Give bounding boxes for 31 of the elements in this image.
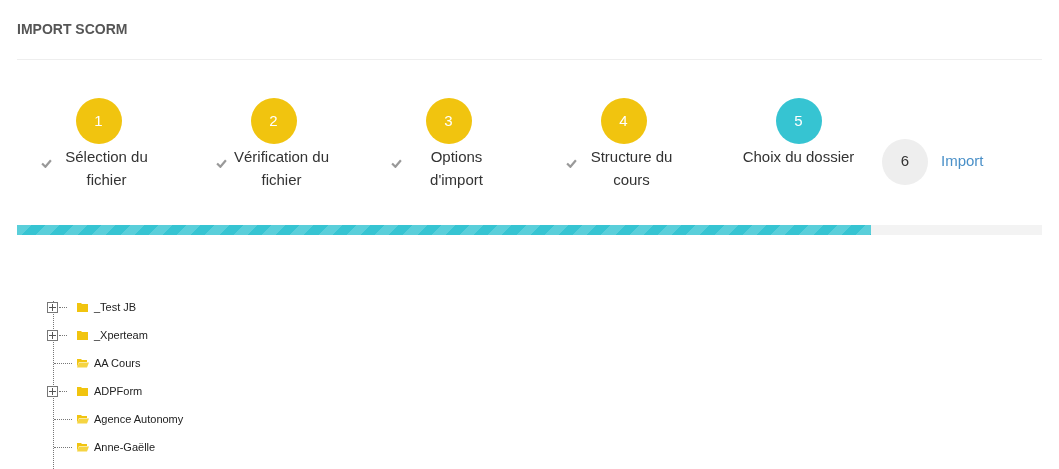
step-label: Vérification du fichier	[232, 147, 331, 190]
step-number: 4	[600, 98, 647, 144]
folder-name[interactable]: _Xperteam	[94, 326, 148, 344]
check-icon	[215, 159, 227, 168]
page-title: IMPORT SCORM	[17, 20, 128, 39]
check-icon	[565, 159, 577, 168]
step-number: 5	[775, 98, 822, 144]
step-label: Sélection du fichier	[64, 147, 149, 190]
folder-name[interactable]: AA Cours	[94, 354, 141, 372]
step-label: Choix du dossier	[741, 147, 856, 167]
open-folder-icon	[77, 358, 89, 368]
step-number: 2	[250, 98, 297, 144]
check-icon	[40, 159, 52, 168]
step-number: 3	[425, 98, 472, 144]
open-folder-icon	[77, 442, 89, 452]
folder-name[interactable]: Agence Autonomy	[94, 410, 184, 428]
expand-icon[interactable]	[47, 301, 58, 313]
folder-name[interactable]: Anne-Gaëlle	[94, 438, 156, 456]
check-icon	[390, 159, 402, 168]
expand-icon[interactable]	[47, 385, 58, 397]
step-number: 6	[882, 138, 928, 185]
step-label: Options d'import	[429, 147, 484, 190]
open-folder-icon	[77, 414, 89, 424]
expand-icon[interactable]	[47, 329, 58, 341]
step-label: Structure du cours	[589, 147, 674, 190]
folder-name[interactable]: ADPForm	[94, 382, 143, 400]
folder-icon	[77, 330, 89, 340]
step-number: 1	[75, 98, 122, 144]
folder-icon	[77, 386, 89, 396]
folder-name[interactable]: _Test JB	[94, 298, 137, 316]
folder-icon	[77, 302, 89, 312]
